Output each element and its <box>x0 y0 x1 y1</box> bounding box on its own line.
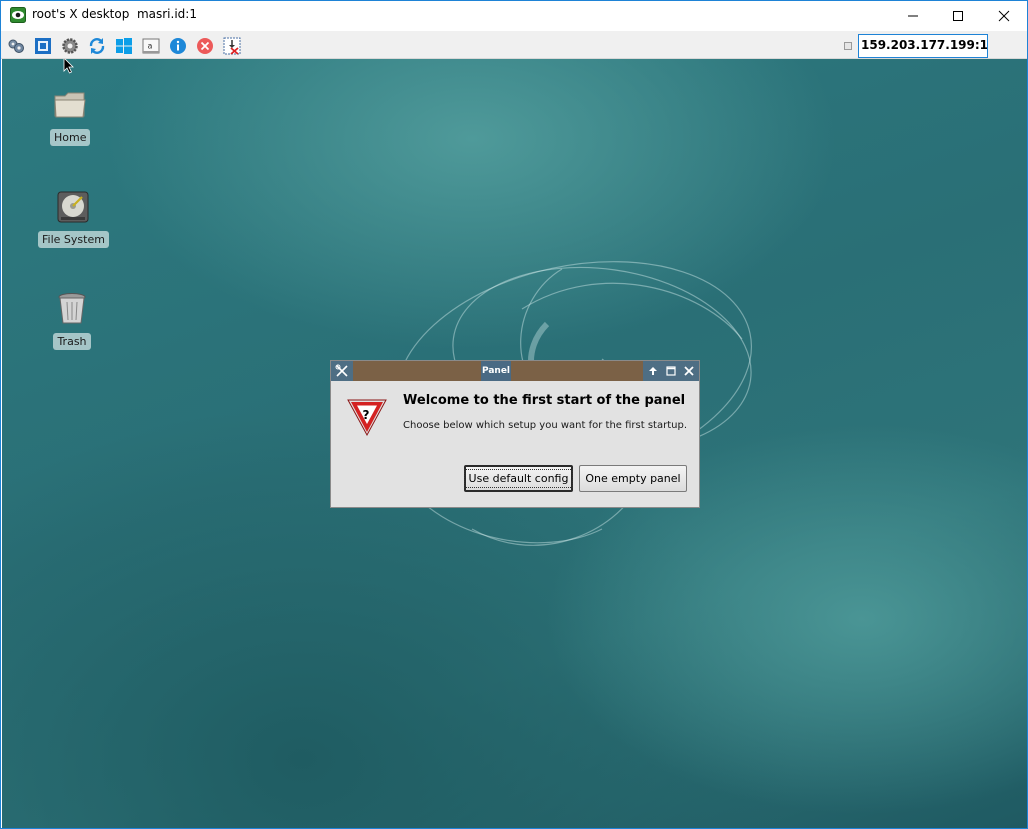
close-button[interactable] <box>981 1 1027 31</box>
button-label: Use default config <box>463 469 574 488</box>
maximize-button[interactable] <box>935 1 981 31</box>
desktop-icon-home[interactable]: Home <box>50 85 91 146</box>
close-icon <box>998 10 1010 22</box>
disconnect-button[interactable] <box>195 36 215 56</box>
arrow-up-icon <box>649 367 657 375</box>
info-icon <box>170 38 186 54</box>
refresh-icon <box>89 38 105 54</box>
eye-icon <box>10 7 26 23</box>
keyboard-icon: a <box>142 38 160 54</box>
dialog-maximize-button[interactable] <box>663 363 679 379</box>
maximize-icon <box>666 366 676 376</box>
settings-button[interactable] <box>60 36 80 56</box>
trash-icon <box>58 293 86 324</box>
windows-key-icon <box>116 38 132 54</box>
question-warning-icon: ? <box>347 399 387 437</box>
svg-text:?: ? <box>363 408 370 422</box>
dialog-titlebar[interactable]: Panel <box>331 361 699 381</box>
toolbar-toggle[interactable] <box>844 42 852 50</box>
minimize-icon <box>908 15 918 17</box>
one-empty-panel-button[interactable]: One empty panel <box>579 465 687 492</box>
dialog-shade-button[interactable] <box>645 363 661 379</box>
desktop-icon-label: Trash <box>53 333 91 350</box>
hard-drive-icon <box>57 191 89 223</box>
remote-desktop[interactable]: Home File System Trash Panel ? Welcome t… <box>2 59 1027 828</box>
panel-welcome-dialog: Panel ? Welcome to the first start of th… <box>330 360 700 508</box>
vnc-viewer-window: root's X desktop masri.id:1 a 159.203.17… <box>0 0 1028 829</box>
tools-icon <box>335 364 348 377</box>
desktop-icon-file-system[interactable]: File System <box>38 187 109 248</box>
desktop-icon-trash[interactable]: Trash <box>52 289 92 350</box>
dialog-title: Panel <box>481 361 511 381</box>
folder-icon <box>54 92 86 118</box>
transfer-button[interactable] <box>222 36 242 56</box>
disconnect-icon <box>197 38 213 54</box>
refresh-button[interactable] <box>87 36 107 56</box>
fullscreen-icon <box>35 38 51 54</box>
window-title: root's X desktop masri.id:1 <box>32 7 197 21</box>
dialog-message: Choose below which setup you want for th… <box>403 420 687 431</box>
mouse-cursor-icon <box>63 59 74 74</box>
desktop-icon-label: Home <box>50 129 91 146</box>
dialog-heading: Welcome to the first start of the panel <box>403 393 686 408</box>
desktop-icon-label: File System <box>38 231 109 248</box>
window-titlebar[interactable]: root's X desktop masri.id:1 <box>1 1 1027 31</box>
svg-text:a: a <box>148 42 153 51</box>
info-button[interactable] <box>168 36 188 56</box>
dialog-close-button[interactable] <box>681 363 697 379</box>
options-icon <box>8 39 24 53</box>
windows-key-button[interactable] <box>114 36 134 56</box>
dialog-menu-button[interactable] <box>331 361 353 381</box>
address-field[interactable]: 159.203.177.199:1 <box>858 34 988 58</box>
transfer-icon <box>223 37 241 55</box>
close-icon <box>684 366 694 376</box>
use-default-config-button[interactable]: Use default config <box>463 465 574 492</box>
options-button[interactable] <box>6 36 26 56</box>
settings-icon <box>62 38 78 54</box>
vnc-toolbar: a 159.203.177.199:1 <box>1 31 1027 59</box>
minimize-button[interactable] <box>890 1 936 31</box>
fullscreen-button[interactable] <box>33 36 53 56</box>
dialog-controls <box>643 361 699 381</box>
maximize-icon <box>953 11 963 21</box>
keyboard-button[interactable]: a <box>141 36 161 56</box>
